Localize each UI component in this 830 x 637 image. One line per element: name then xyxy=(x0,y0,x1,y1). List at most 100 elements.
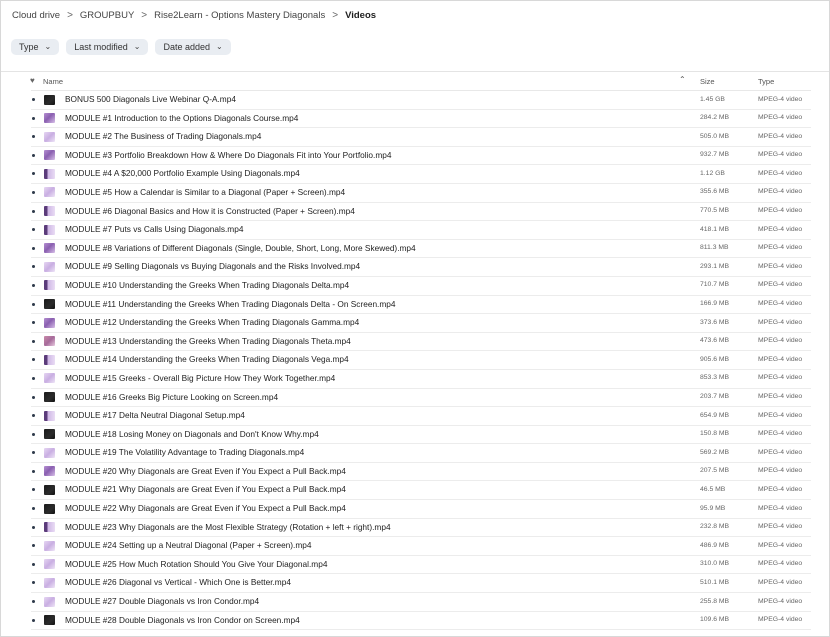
file-name[interactable]: MODULE #25 How Much Rotation Should You … xyxy=(65,559,327,569)
file-name[interactable]: BONUS 500 Diagonals Live Webinar Q-A.mp4 xyxy=(65,94,236,104)
file-type: MPEG-4 video xyxy=(758,560,803,568)
file-row[interactable]: MODULE #10 Understanding the Greeks When… xyxy=(31,277,811,296)
file-name[interactable]: MODULE #5 How a Calendar is Similar to a… xyxy=(65,187,345,197)
dot-icon xyxy=(32,135,35,139)
file-type: MPEG-4 video xyxy=(758,448,803,456)
breadcrumb-cloud-drive[interactable]: Cloud drive xyxy=(12,10,60,21)
file-size: 310.0 MB xyxy=(700,560,730,568)
file-row[interactable]: MODULE #19 The Volatility Advantage to T… xyxy=(31,444,811,463)
file-row[interactable]: MODULE #17 Delta Neutral Diagonal Setup.… xyxy=(31,407,811,426)
file-row[interactable]: MODULE #14 Understanding the Greeks When… xyxy=(31,351,811,370)
video-thumbnail-icon xyxy=(44,354,55,365)
file-name[interactable]: MODULE #15 Greeks - Overall Big Picture … xyxy=(65,373,335,383)
file-name[interactable]: MODULE #1 Introduction to the Options Di… xyxy=(65,113,298,123)
breadcrumb-course-folder[interactable]: Rise2Learn - Options Mastery Diagonals xyxy=(154,10,325,21)
file-row[interactable]: MODULE #5 How a Calendar is Similar to a… xyxy=(31,184,811,203)
file-name[interactable]: MODULE #18 Losing Money on Diagonals and… xyxy=(65,429,319,439)
type-column-header[interactable]: Type xyxy=(758,77,774,86)
video-thumbnail-icon xyxy=(44,392,55,402)
heart-icon[interactable]: ♥ xyxy=(30,76,35,85)
file-row[interactable]: MODULE #2 The Business of Trading Diagon… xyxy=(31,128,811,147)
file-row[interactable]: MODULE #24 Setting up a Neutral Diagonal… xyxy=(31,537,811,556)
file-row[interactable]: MODULE #27 Double Diagonals vs Iron Cond… xyxy=(31,593,811,612)
file-name[interactable]: MODULE #4 A $20,000 Portfolio Example Us… xyxy=(65,168,300,178)
file-row[interactable]: MODULE #22 Why Diagonals are Great Even … xyxy=(31,500,811,519)
name-column-header[interactable]: Name xyxy=(43,77,63,86)
file-name[interactable]: MODULE #27 Double Diagonals vs Iron Cond… xyxy=(65,596,259,606)
divider xyxy=(1,71,829,72)
file-row[interactable]: MODULE #12 Understanding the Greeks When… xyxy=(31,314,811,333)
video-thumbnail-icon xyxy=(44,94,55,105)
file-name[interactable]: MODULE #9 Selling Diagonals vs Buying Di… xyxy=(65,261,360,271)
file-type: MPEG-4 video xyxy=(758,281,803,289)
file-row[interactable]: MODULE #21 Why Diagonals are Great Even … xyxy=(31,481,811,501)
file-size: 95.9 MB xyxy=(700,504,726,512)
file-name[interactable]: MODULE #23 Why Diagonals are the Most Fl… xyxy=(65,522,391,532)
file-row[interactable]: MODULE #25 How Much Rotation Should You … xyxy=(31,556,811,575)
video-thumbnail-icon xyxy=(44,466,55,477)
file-name[interactable]: MODULE #20 Why Diagonals are Great Even … xyxy=(65,466,346,476)
video-thumbnail-icon xyxy=(44,150,55,161)
file-name[interactable]: MODULE #10 Understanding the Greeks When… xyxy=(65,280,349,290)
file-name[interactable]: MODULE #13 Understanding the Greeks When… xyxy=(65,336,351,346)
file-row[interactable]: MODULE #9 Selling Diagonals vs Buying Di… xyxy=(31,258,811,277)
file-size: 1.12 GB xyxy=(700,169,725,177)
file-name[interactable]: MODULE #26 Diagonal vs Vertical - Which … xyxy=(65,577,291,587)
file-name[interactable]: MODULE #7 Puts vs Calls Using Diagonals.… xyxy=(65,224,243,234)
file-type: MPEG-4 video xyxy=(758,355,803,363)
file-size: 853.3 MB xyxy=(700,374,730,382)
sort-ascending-icon[interactable]: ⌃ xyxy=(679,75,686,84)
file-type: MPEG-4 video xyxy=(758,504,803,512)
file-row[interactable]: MODULE #3 Portfolio Breakdown How & Wher… xyxy=(31,147,811,166)
file-row[interactable]: MODULE #20 Why Diagonals are Great Even … xyxy=(31,463,811,482)
file-row[interactable]: MODULE #11 Understanding the Greeks When… xyxy=(31,296,811,315)
file-row[interactable]: MODULE #16 Greeks Big Picture Looking on… xyxy=(31,389,811,408)
filter-label: Date added xyxy=(163,42,210,52)
file-name[interactable]: MODULE #2 The Business of Trading Diagon… xyxy=(65,131,261,141)
file-row[interactable]: MODULE #18 Losing Money on Diagonals and… xyxy=(31,426,811,445)
file-name[interactable]: MODULE #16 Greeks Big Picture Looking on… xyxy=(65,392,278,402)
file-name[interactable]: MODULE #24 Setting up a Neutral Diagonal… xyxy=(65,540,312,550)
file-type: MPEG-4 video xyxy=(758,262,803,270)
file-name[interactable]: MODULE #17 Delta Neutral Diagonal Setup.… xyxy=(65,410,245,420)
file-name[interactable]: MODULE #8 Variations of Different Diagon… xyxy=(65,243,416,253)
file-row[interactable]: MODULE #26 Diagonal vs Vertical - Which … xyxy=(31,574,811,594)
breadcrumb-groupbuy[interactable]: GROUPBUY xyxy=(80,10,134,21)
file-row[interactable]: BONUS 500 Diagonals Live Webinar Q-A.mp4… xyxy=(31,91,811,110)
file-row[interactable]: MODULE #7 Puts vs Calls Using Diagonals.… xyxy=(31,221,811,240)
dot-icon xyxy=(32,618,35,622)
last-modified-filter-button[interactable]: Last modified ⌄ xyxy=(66,39,149,55)
file-type: MPEG-4 video xyxy=(758,114,803,122)
file-name[interactable]: MODULE #12 Understanding the Greeks When… xyxy=(65,317,359,327)
file-name[interactable]: MODULE #21 Why Diagonals are Great Even … xyxy=(65,484,346,494)
file-size: 284.2 MB xyxy=(700,114,730,122)
file-type: MPEG-4 video xyxy=(758,132,803,140)
file-row[interactable]: MODULE #28 Double Diagonals vs Iron Cond… xyxy=(31,612,811,631)
file-size: 418.1 MB xyxy=(700,225,730,233)
file-type: MPEG-4 video xyxy=(758,151,803,159)
date-added-filter-button[interactable]: Date added ⌄ xyxy=(155,39,231,55)
type-filter-button[interactable]: Type ⌄ xyxy=(11,39,60,55)
file-row[interactable]: MODULE #6 Diagonal Basics and How it is … xyxy=(31,203,811,222)
file-name[interactable]: MODULE #14 Understanding the Greeks When… xyxy=(65,354,349,364)
file-row[interactable]: MODULE #1 Introduction to the Options Di… xyxy=(31,110,811,129)
file-row[interactable]: MODULE #4 A $20,000 Portfolio Example Us… xyxy=(31,165,811,184)
file-name[interactable]: MODULE #3 Portfolio Breakdown How & Wher… xyxy=(65,150,392,160)
size-column-header[interactable]: Size xyxy=(700,77,715,86)
chevron-down-icon: ⌄ xyxy=(44,41,52,51)
file-name[interactable]: MODULE #19 The Volatility Advantage to T… xyxy=(65,447,304,457)
file-size: 932.7 MB xyxy=(700,151,730,159)
breadcrumb: Cloud drive > GROUPBUY > Rise2Learn - Op… xyxy=(12,8,376,22)
file-name[interactable]: MODULE #11 Understanding the Greeks When… xyxy=(65,299,396,309)
file-row[interactable]: MODULE #13 Understanding the Greeks When… xyxy=(31,333,811,352)
file-row[interactable]: MODULE #23 Why Diagonals are the Most Fl… xyxy=(31,519,811,538)
file-name[interactable]: MODULE #28 Double Diagonals vs Iron Cond… xyxy=(65,615,300,625)
file-name[interactable]: MODULE #6 Diagonal Basics and How it is … xyxy=(65,206,355,216)
file-type: MPEG-4 video xyxy=(758,485,803,493)
file-row[interactable]: MODULE #15 Greeks - Overall Big Picture … xyxy=(31,370,811,389)
dot-icon xyxy=(32,116,35,120)
file-name[interactable]: MODULE #22 Why Diagonals are Great Even … xyxy=(65,503,346,513)
file-type: MPEG-4 video xyxy=(758,374,803,382)
file-size: 373.6 MB xyxy=(700,318,730,326)
file-row[interactable]: MODULE #8 Variations of Different Diagon… xyxy=(31,240,811,259)
